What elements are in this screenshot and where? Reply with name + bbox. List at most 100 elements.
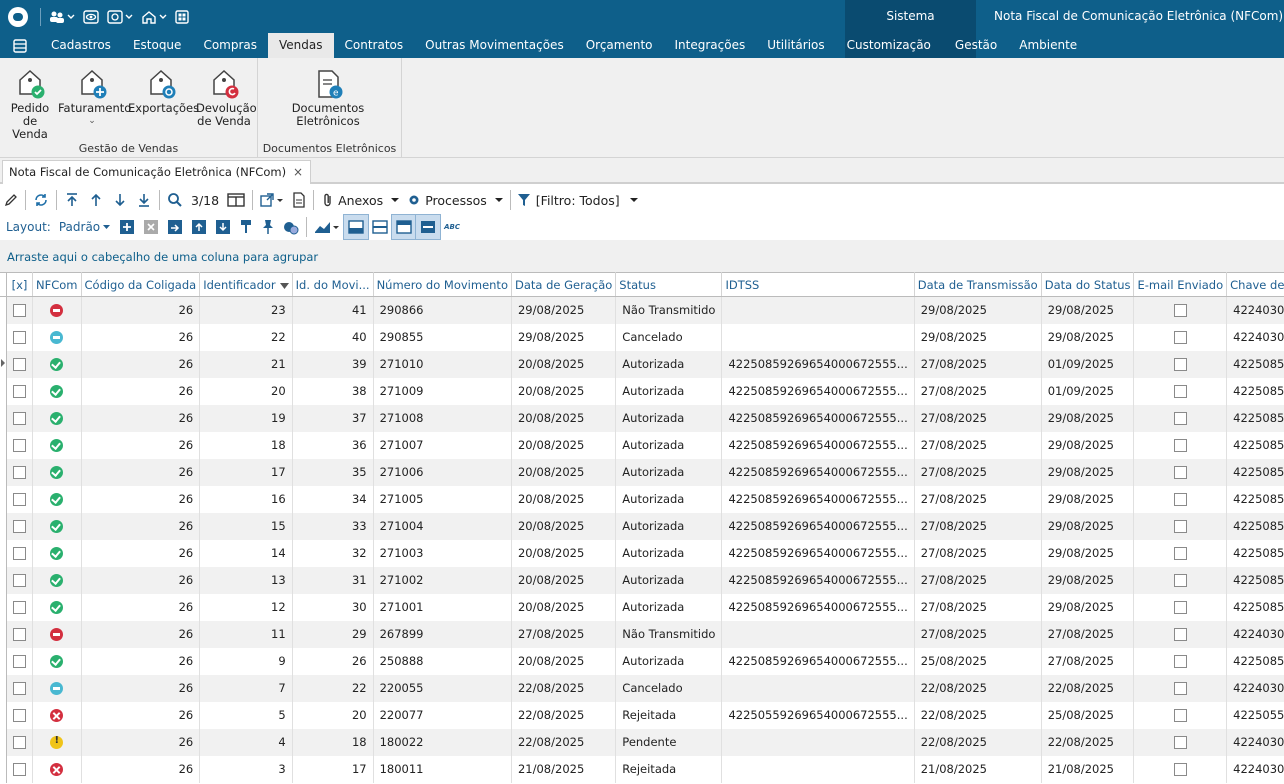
row-select-cell[interactable] — [6, 728, 33, 756]
email-enviado-cell[interactable] — [1133, 593, 1228, 621]
pedido-de-venda-button[interactable]: Pedido de Venda — [4, 68, 56, 141]
panel-top-toggle-icon[interactable] — [391, 214, 418, 240]
email-enviado-checkbox[interactable] — [1173, 520, 1187, 533]
menu-cadastros[interactable]: Cadastros — [40, 33, 122, 58]
table-row[interactable]: 26 12 30 271001 20/08/2025 Autorizada 42250859… — [0, 593, 1284, 621]
email-enviado-cell[interactable] — [1133, 647, 1228, 675]
document-icon[interactable] — [288, 188, 310, 212]
menu-outras-movimentacoes[interactable]: Outras Movimentações — [414, 33, 575, 58]
row-select-cell[interactable] — [6, 431, 33, 459]
email-enviado-checkbox[interactable] — [1173, 304, 1187, 318]
email-enviado-checkbox[interactable] — [1173, 439, 1187, 452]
col-data-status[interactable]: Data do Status — [1041, 272, 1135, 297]
email-enviado-checkbox[interactable] — [1173, 709, 1187, 722]
email-enviado-checkbox[interactable] — [1173, 466, 1187, 479]
documentos-eletronicos-button[interactable]: e Documentos Eletrônicos — [288, 68, 368, 128]
menu-contratos[interactable]: Contratos — [334, 33, 415, 58]
eye-icon[interactable] — [83, 6, 99, 28]
email-enviado-cell[interactable] — [1133, 674, 1228, 702]
email-enviado-checkbox[interactable] — [1173, 574, 1187, 587]
save-layout-icon[interactable] — [163, 215, 187, 239]
row-checkbox[interactable] — [13, 736, 26, 749]
row-checkbox[interactable] — [13, 763, 26, 776]
table-row[interactable]: 26 9 26 250888 20/08/2025 Autorizada 422508592… — [0, 647, 1284, 675]
table-row[interactable]: 26 22 40 290855 29/08/2025 Cancelado 29/08/202… — [0, 323, 1284, 351]
menu-toggle-icon[interactable] — [0, 33, 40, 58]
email-enviado-checkbox[interactable] — [1173, 628, 1187, 641]
table-row[interactable]: 26 16 34 271005 20/08/2025 Autorizada 42250859… — [0, 485, 1284, 513]
row-checkbox[interactable] — [13, 439, 26, 452]
email-enviado-checkbox[interactable] — [1173, 601, 1187, 614]
columns-icon[interactable] — [223, 188, 249, 212]
processos-dropdown[interactable]: Processos — [403, 188, 507, 212]
download-layout-icon[interactable] — [211, 215, 235, 239]
email-enviado-cell[interactable] — [1133, 728, 1228, 756]
menu-vendas[interactable]: Vendas — [268, 33, 334, 58]
menu-utilitarios[interactable]: Utilitários — [756, 33, 835, 58]
layout-select[interactable]: Padrão — [55, 215, 115, 239]
menu-integracoes[interactable]: Integrações — [664, 33, 757, 58]
users-icon[interactable] — [49, 6, 75, 28]
upload-layout-icon[interactable] — [187, 215, 211, 239]
table-row[interactable]: 26 3 17 180011 21/08/2025 Rejeitada 21/08/2025… — [0, 755, 1284, 783]
menu-ambiente[interactable]: Ambiente — [1008, 33, 1088, 58]
menu-orcamento[interactable]: Orçamento — [575, 33, 664, 58]
home-icon[interactable] — [141, 6, 167, 28]
email-enviado-checkbox[interactable] — [1173, 385, 1187, 398]
row-select-cell[interactable] — [6, 485, 33, 513]
email-enviado-cell[interactable] — [1133, 620, 1228, 648]
table-row[interactable]: 26 23 41 290866 29/08/2025 Não Transmitido 29/… — [0, 296, 1284, 324]
row-select-cell[interactable] — [6, 350, 33, 378]
table-row[interactable]: 26 5 20 220077 22/08/2025 Rejeitada 4225055926… — [0, 701, 1284, 729]
filter-dropdown[interactable]: [Filtro: Todos] — [514, 188, 642, 212]
row-checkbox[interactable] — [13, 601, 26, 614]
col-chave-acesso[interactable]: Chave de A — [1226, 272, 1284, 297]
table-row[interactable]: 26 14 32 271003 20/08/2025 Autorizada 42250859… — [0, 539, 1284, 567]
row-select-cell[interactable] — [6, 647, 33, 675]
shapes-icon[interactable] — [279, 215, 303, 239]
email-enviado-checkbox[interactable] — [1173, 493, 1187, 506]
col-id-movimento[interactable]: Id. do Movi... — [292, 272, 374, 297]
col-data-geracao[interactable]: Data de Geração — [511, 272, 617, 297]
table-row[interactable]: 2641818002222/08/2025Pendente22/08/20252… — [0, 728, 1284, 756]
email-enviado-cell[interactable] — [1133, 296, 1228, 324]
row-select-cell[interactable] — [6, 701, 33, 729]
row-select-cell[interactable] — [6, 620, 33, 648]
table-row[interactable]: 26 21 39 271010 20/08/2025 Autorizada 42250859… — [0, 350, 1284, 378]
email-enviado-checkbox[interactable] — [1173, 655, 1187, 668]
table-row[interactable]: 26 11 29 267899 27/08/2025 Não Transmitido 27/… — [0, 620, 1284, 648]
email-enviado-checkbox[interactable] — [1173, 682, 1187, 695]
menu-estoque[interactable]: Estoque — [122, 33, 193, 58]
col-select[interactable]: [x] — [6, 272, 33, 297]
row-checkbox[interactable] — [13, 466, 26, 479]
row-checkbox[interactable] — [13, 304, 26, 318]
row-checkbox[interactable] — [13, 412, 26, 425]
table-row[interactable]: 26 7 22 220055 22/08/2025 Cancelado 22/08/2025… — [0, 674, 1284, 702]
row-select-cell[interactable] — [6, 458, 33, 486]
group-by-panel[interactable]: Arraste aqui o cabeçalho de uma coluna p… — [0, 240, 1284, 272]
row-checkbox[interactable] — [13, 385, 26, 398]
col-email-enviado[interactable]: E-mail Enviado — [1133, 272, 1228, 297]
first-record-icon[interactable] — [60, 188, 84, 212]
row-checkbox[interactable] — [13, 493, 26, 506]
table-row[interactable]: 26 17 35 271006 20/08/2025 Autorizada 42250859… — [0, 458, 1284, 486]
col-status[interactable]: Status — [615, 272, 723, 297]
row-checkbox[interactable] — [13, 358, 26, 371]
row-select-cell[interactable] — [6, 566, 33, 594]
paint-icon[interactable] — [235, 215, 257, 239]
row-select-cell[interactable] — [6, 674, 33, 702]
table-row[interactable]: 26 15 33 271004 20/08/2025 Autorizada 42250859… — [0, 512, 1284, 540]
spellcheck-icon[interactable]: ABC — [440, 215, 464, 239]
col-idtss[interactable]: IDTSS — [721, 272, 915, 297]
chart-dropdown-icon[interactable] — [310, 215, 344, 239]
exportacoes-button[interactable]: Exportações — [128, 68, 199, 115]
email-enviado-cell[interactable] — [1133, 539, 1228, 567]
row-select-cell[interactable] — [6, 755, 33, 783]
row-checkbox[interactable] — [13, 574, 26, 587]
faturamento-button[interactable]: Faturamento ⌄ — [58, 68, 131, 128]
row-select-cell[interactable] — [6, 323, 33, 351]
menu-compras[interactable]: Compras — [192, 33, 268, 58]
email-enviado-checkbox[interactable] — [1173, 331, 1187, 344]
panel-bottom-toggle-icon[interactable] — [343, 214, 370, 240]
row-select-cell[interactable] — [6, 593, 33, 621]
